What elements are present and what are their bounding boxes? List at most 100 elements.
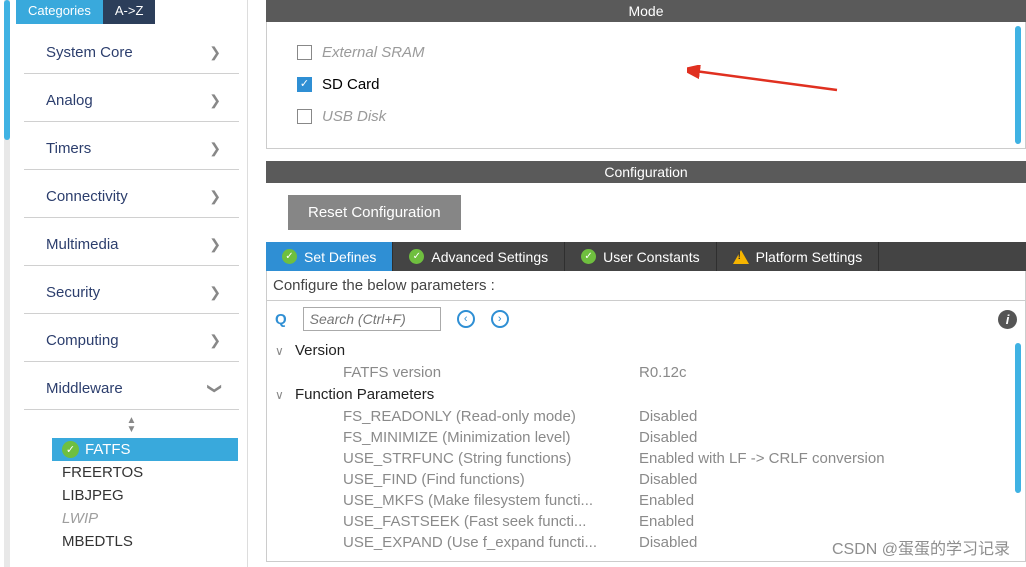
sub-lwip[interactable]: LWIP [62, 507, 247, 530]
tab-advanced-settings[interactable]: ✓ Advanced Settings [393, 242, 565, 271]
tab-label: Platform Settings [756, 249, 863, 265]
tab-user-constants[interactable]: ✓ User Constants [565, 242, 716, 271]
group-version[interactable]: ∨ Version [275, 339, 1017, 362]
cat-timers[interactable]: Timers ❯ [24, 128, 239, 170]
cat-label: Multimedia [46, 236, 119, 253]
cat-security[interactable]: Security ❯ [24, 272, 239, 314]
param-row[interactable]: USE_STRFUNC (String functions)Enabled wi… [275, 448, 1017, 469]
search-input[interactable] [303, 307, 441, 331]
sidebar-scrollbar[interactable] [1, 0, 13, 567]
sub-mbedtls[interactable]: MBEDTLS [62, 530, 247, 553]
next-match-button[interactable]: › [491, 310, 509, 328]
chevron-right-icon: ❯ [209, 140, 221, 157]
checkbox-icon[interactable] [297, 45, 312, 60]
config-tabs: ✓ Set Defines ✓ Advanced Settings ✓ User Co… [266, 242, 1026, 271]
warning-icon [733, 250, 749, 264]
main-panel: Mode External SRAM ✓SD Card USB Disk Con… [248, 0, 1026, 567]
chevron-right-icon: ❯ [209, 332, 221, 349]
sub-libjpeg[interactable]: LIBJPEG [62, 484, 247, 507]
cat-middleware[interactable]: Middleware ❯ [24, 368, 239, 410]
check-icon: ✓ [62, 441, 79, 458]
sidebar-tabs: Categories A->Z [16, 0, 247, 24]
prev-match-button[interactable]: ‹ [457, 310, 475, 328]
config-header: Configuration [266, 161, 1026, 183]
param-row[interactable]: USE_EXPAND (Use f_expand functi...Disabl… [275, 532, 1017, 553]
mode-label: External SRAM [322, 44, 425, 61]
mode-external-sram[interactable]: External SRAM [297, 36, 995, 68]
collapse-icon[interactable]: ∨ [275, 388, 289, 402]
group-label: Version [295, 342, 345, 359]
chevron-right-icon: ❯ [209, 92, 221, 109]
checkbox-checked-icon[interactable]: ✓ [297, 77, 312, 92]
cat-label: Middleware [46, 380, 123, 397]
param-row[interactable]: USE_FASTSEEK (Fast seek functi...Enabled [275, 511, 1017, 532]
param-value: Enabled with LF -> CRLF conversion [639, 450, 885, 467]
param-label: FS_MINIMIZE (Minimization level) [343, 429, 639, 446]
check-icon: ✓ [409, 249, 424, 264]
cat-label: Timers [46, 140, 91, 157]
category-list: System Core❯ Analog ❯ Timers ❯ Connectivit… [16, 24, 247, 553]
group-label: Function Parameters [295, 386, 434, 403]
tab-categories[interactable]: Categories [16, 0, 103, 24]
check-icon: ✓ [581, 249, 596, 264]
collapse-icon[interactable]: ∨ [275, 344, 289, 358]
sidebar: Categories A->Z System Core❯ Analog ❯ Tim… [0, 0, 248, 567]
param-label: USE_FIND (Find functions) [343, 471, 639, 488]
param-row[interactable]: FS_READONLY (Read-only mode)Disabled [275, 406, 1017, 427]
tab-set-defines[interactable]: ✓ Set Defines [266, 242, 393, 271]
tab-label: Set Defines [304, 249, 376, 265]
group-function-parameters[interactable]: ∨ Function Parameters [275, 383, 1017, 406]
cat-label: Security [46, 284, 100, 301]
config-prompt: Configure the below parameters : [267, 271, 1025, 301]
param-value: Enabled [639, 492, 694, 509]
mode-sd-card[interactable]: ✓SD Card [297, 68, 995, 100]
check-icon: ✓ [282, 249, 297, 264]
mode-box: External SRAM ✓SD Card USB Disk [266, 22, 1026, 149]
info-icon[interactable]: i [998, 310, 1017, 329]
mode-label: USB Disk [322, 108, 386, 125]
cat-label: Analog [46, 92, 93, 109]
param-row[interactable]: USE_FIND (Find functions)Disabled [275, 469, 1017, 490]
cat-label: Computing [46, 332, 119, 349]
sub-freertos[interactable]: FREERTOS [62, 461, 247, 484]
tab-a-z[interactable]: A->Z [103, 0, 156, 24]
param-label: USE_FASTSEEK (Fast seek functi... [343, 513, 639, 530]
config-scrollbar[interactable] [1015, 343, 1021, 493]
cat-connectivity[interactable]: Connectivity❯ [24, 176, 239, 218]
param-label: FS_READONLY (Read-only mode) [343, 408, 639, 425]
param-value: R0.12c [639, 364, 687, 381]
mode-header: Mode [266, 0, 1026, 22]
reset-configuration-button[interactable]: Reset Configuration [288, 195, 461, 230]
mode-scrollbar[interactable] [1015, 26, 1021, 144]
search-icon[interactable]: Q [275, 311, 287, 328]
param-value: Enabled [639, 513, 694, 530]
param-value: Disabled [639, 534, 697, 551]
mode-usb-disk[interactable]: USB Disk [297, 100, 995, 132]
tab-label: Advanced Settings [431, 249, 548, 265]
param-label: FATFS version [343, 364, 639, 381]
cat-analog[interactable]: Analog ❯ [24, 80, 239, 122]
sub-label: FATFS [85, 441, 131, 458]
sub-fatfs[interactable]: ✓ FATFS [52, 438, 238, 461]
param-row[interactable]: FS_MINIMIZE (Minimization level)Disabled [275, 427, 1017, 448]
tab-label: User Constants [603, 249, 699, 265]
cat-computing[interactable]: Computing ❯ [24, 320, 239, 362]
chevron-down-icon: ❯ [207, 383, 224, 395]
cat-label: Connectivity [46, 188, 128, 205]
middleware-sublist: ✓ FATFS FREERTOS LIBJPEG LWIP MBEDTLS [16, 438, 247, 553]
param-tree: ∨ Version FATFS versionR0.12c ∨ Function P… [267, 337, 1025, 561]
drag-handle-icon[interactable]: ▲▼ [16, 416, 247, 434]
chevron-right-icon: ❯ [209, 44, 221, 61]
chevron-right-icon: ❯ [209, 236, 221, 253]
param-row[interactable]: FATFS versionR0.12c [275, 362, 1017, 383]
cat-multimedia[interactable]: Multimedia ❯ [24, 224, 239, 266]
tab-platform-settings[interactable]: Platform Settings [717, 242, 880, 271]
cat-system-core[interactable]: System Core❯ [24, 32, 239, 74]
param-label: USE_STRFUNC (String functions) [343, 450, 639, 467]
param-value: Disabled [639, 471, 697, 488]
checkbox-icon[interactable] [297, 109, 312, 124]
param-value: Disabled [639, 429, 697, 446]
chevron-right-icon: ❯ [209, 284, 221, 301]
param-row[interactable]: USE_MKFS (Make filesystem functi...Enabl… [275, 490, 1017, 511]
config-body: Configure the below parameters : Q ‹ › i… [266, 271, 1026, 562]
